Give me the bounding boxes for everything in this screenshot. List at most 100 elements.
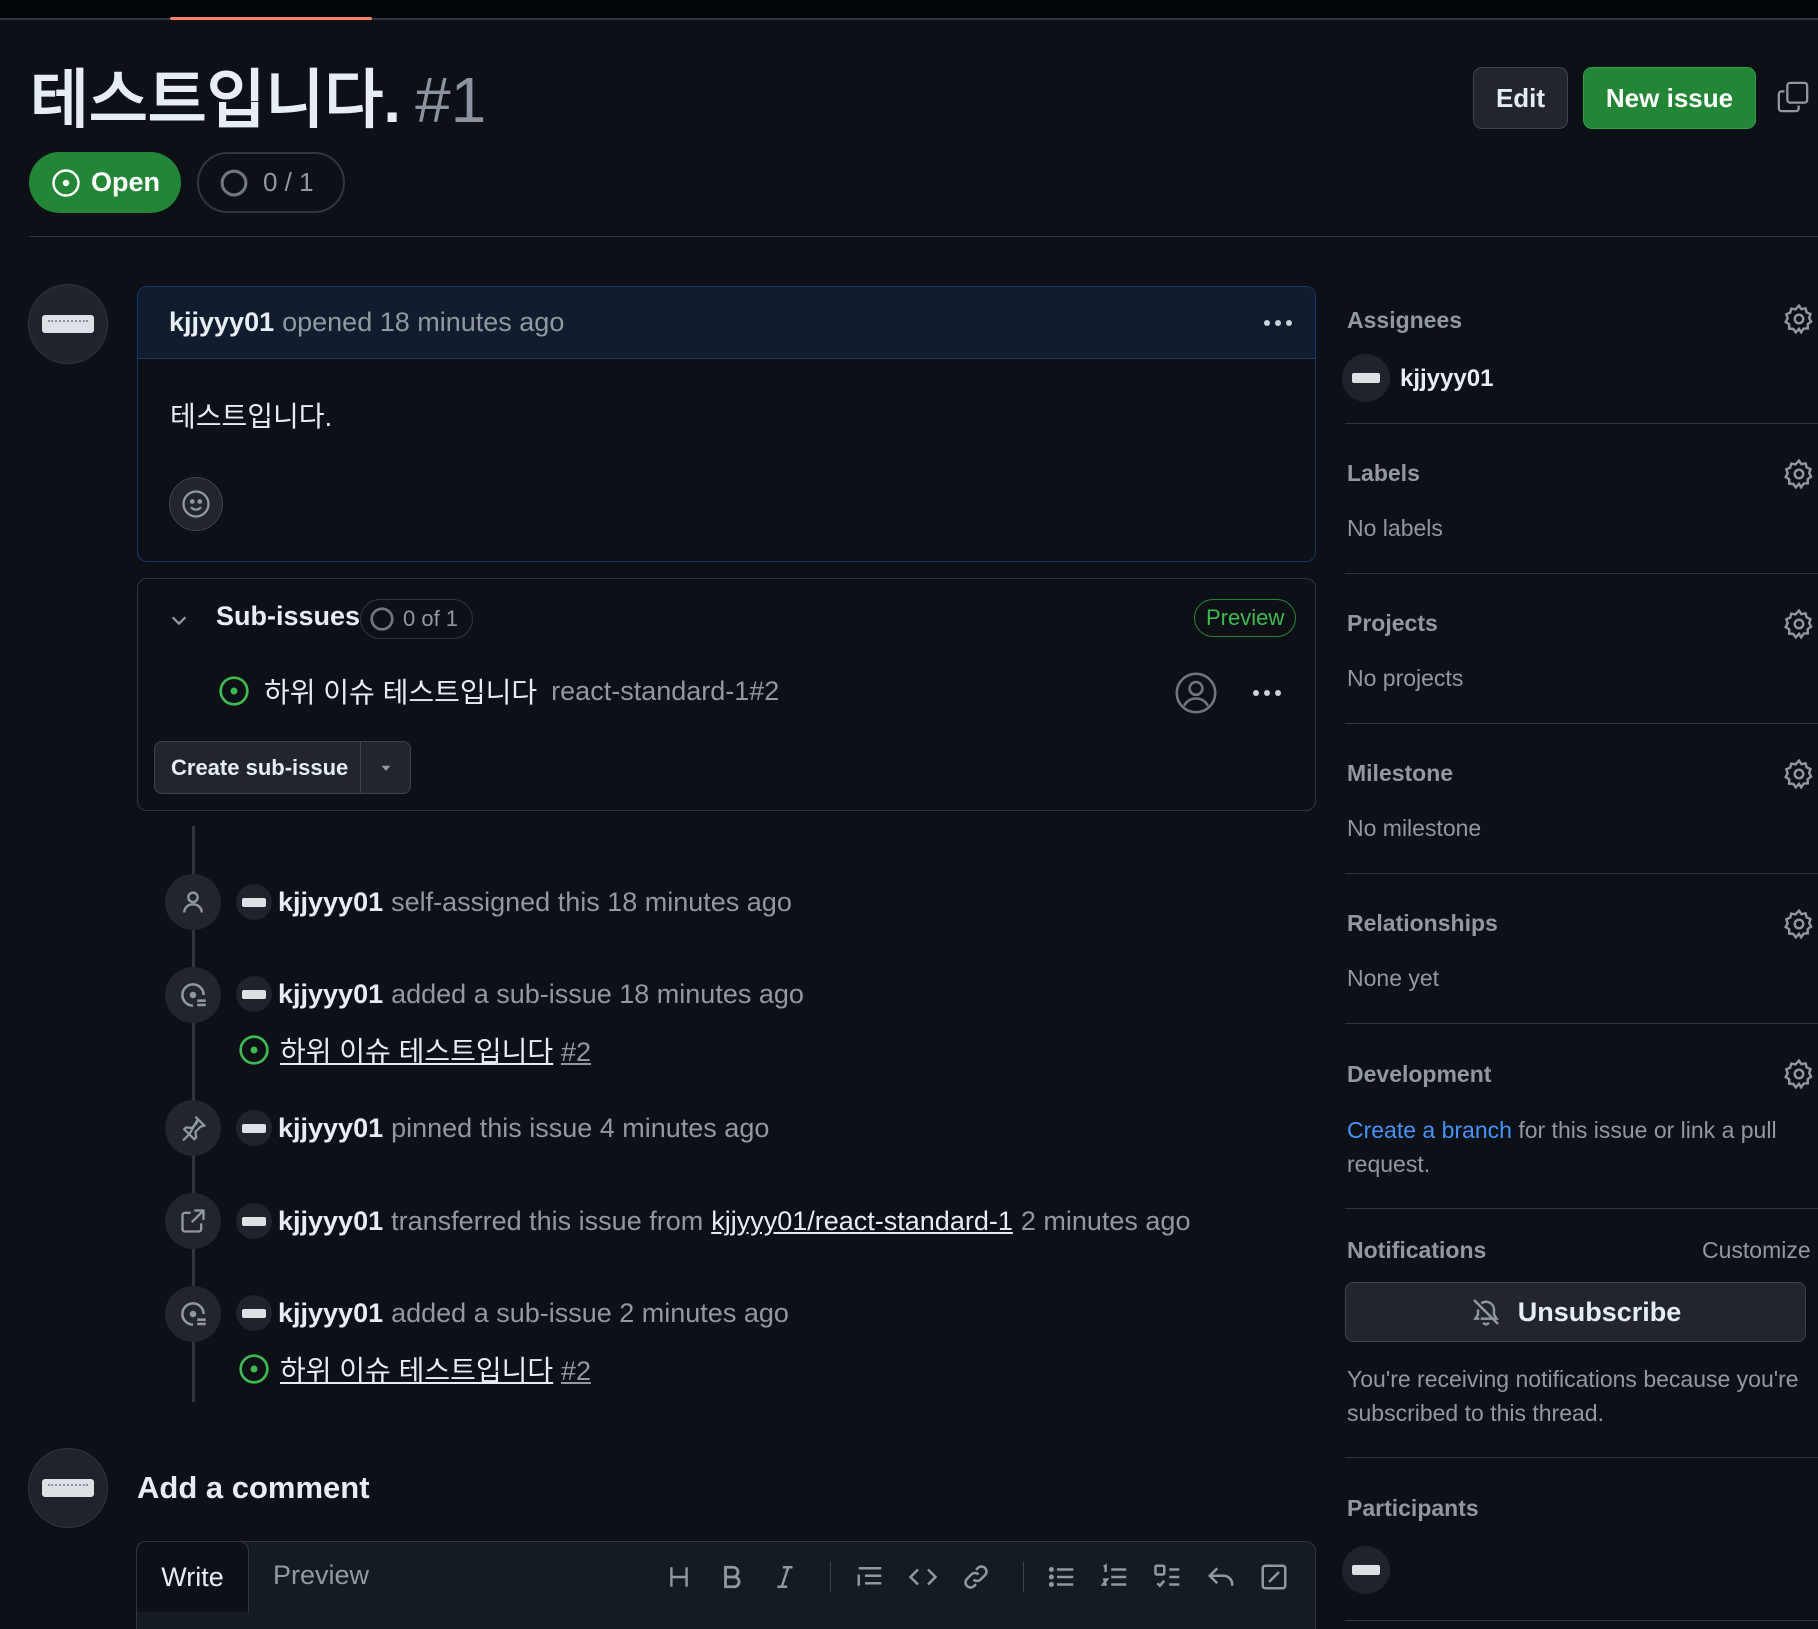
preview-badge: Preview	[1194, 599, 1297, 637]
comment-author-link[interactable]: kjjyyy01	[169, 307, 274, 338]
sub-issues-panel: Sub-issues 0 of 1 Preview 하위 이슈 테스트입니다 r…	[137, 578, 1316, 811]
gear-icon[interactable]	[1783, 908, 1815, 940]
gear-icon[interactable]	[1783, 608, 1815, 640]
create-sub-issue-label: Create sub-issue	[171, 754, 349, 780]
author-avatar[interactable]	[28, 284, 108, 364]
ordered-list-icon[interactable]	[1097, 1559, 1133, 1595]
add-reaction-button[interactable]	[169, 477, 223, 531]
sub-issue-title[interactable]: 하위 이슈 테스트입니다	[264, 671, 537, 711]
milestone-value: No milestone	[1347, 815, 1482, 841]
current-user-avatar[interactable]	[28, 1448, 108, 1528]
development-description-cont: request.	[1347, 1151, 1431, 1177]
progress-circle-icon	[370, 607, 394, 631]
user-avatar[interactable]	[236, 1295, 272, 1331]
sub-issue-options-icon[interactable]	[1253, 690, 1281, 696]
bold-icon[interactable]	[714, 1559, 750, 1595]
event-user-link[interactable]: kjjyyy01	[278, 1206, 383, 1237]
heading-icon[interactable]	[661, 1559, 697, 1595]
issue-state-badge: Open	[29, 152, 181, 213]
event-user-link[interactable]: kjjyyy01	[278, 1298, 383, 1329]
issue-body-comment: kjjyyy01 opened 18 minutes ago 테스트입니다.	[137, 286, 1316, 562]
user-avatar[interactable]	[236, 884, 272, 920]
edit-button[interactable]: Edit	[1473, 67, 1568, 129]
gear-icon[interactable]	[1783, 1058, 1815, 1090]
progress-text: 0 / 1	[263, 167, 314, 197]
new-issue-button[interactable]: New issue	[1583, 67, 1756, 129]
issue-title: 테스트입니다. #1	[30, 60, 486, 140]
timeline-event: kjjyyy01 pinned this issue 4 minutes ago	[236, 1110, 769, 1146]
comment-timestamp[interactable]: opened 18 minutes ago	[282, 307, 564, 338]
event-user-link[interactable]: kjjyyy01	[278, 887, 383, 918]
fullscreen-icon[interactable]	[1256, 1559, 1292, 1595]
event-user-link[interactable]: kjjyyy01	[278, 1113, 383, 1144]
sub-issue-row[interactable]: 하위 이슈 테스트입니다 react-standard-1#2	[218, 671, 779, 711]
tab-preview[interactable]: Preview	[273, 1560, 369, 1591]
active-tab-underline	[170, 17, 372, 20]
event-timestamp[interactable]: 2 minutes ago	[1021, 1206, 1191, 1237]
source-repo-link[interactable]: kjjyyy01/react-standard-1	[711, 1206, 1013, 1237]
comment-header: kjjyyy01 opened 18 minutes ago	[138, 287, 1315, 359]
code-icon[interactable]	[905, 1559, 941, 1595]
unsubscribe-label: Unsubscribe	[1517, 1296, 1682, 1327]
chevron-down-icon[interactable]	[168, 609, 190, 631]
timeline-event: kjjyyy01 added a sub-issue 18 minutes ag…	[236, 976, 804, 1012]
development-text: Create a branch for this issue or link a…	[1347, 1113, 1807, 1181]
sub-issue-link[interactable]: 하위 이슈 테스트입니다	[280, 1355, 553, 1386]
reply-icon[interactable]	[1203, 1559, 1239, 1595]
sidebar-divider	[1345, 1457, 1818, 1458]
add-comment-title: Add a comment	[137, 1470, 370, 1505]
event-user-link[interactable]: kjjyyy01	[278, 979, 383, 1010]
comment-options-icon[interactable]	[1264, 320, 1292, 326]
relationships-value: None yet	[1347, 965, 1440, 991]
sidebar-divider	[1345, 573, 1818, 574]
sidebar-divider	[1345, 423, 1818, 424]
copy-icon[interactable]	[1776, 80, 1810, 114]
linked-sub-issue[interactable]: 하위 이슈 테스트입니다 #2	[238, 1030, 591, 1070]
gear-icon[interactable]	[1783, 303, 1815, 335]
sidebar-divider	[1345, 1023, 1818, 1024]
person-icon	[165, 874, 221, 930]
issue-number: #1	[415, 64, 487, 136]
labels-value: No labels	[1347, 515, 1443, 541]
create-sub-issue-button[interactable]: Create sub-issue	[154, 741, 411, 794]
customize-link[interactable]: Customize	[1702, 1237, 1811, 1264]
task-list-icon[interactable]	[1150, 1559, 1186, 1595]
participants-heading: Participants	[1347, 1495, 1479, 1521]
milestone-heading: Milestone	[1347, 760, 1454, 786]
italic-icon[interactable]	[767, 1559, 803, 1595]
user-avatar[interactable]	[236, 1203, 272, 1239]
notification-info-line2: subscribed to this thread.	[1347, 1400, 1604, 1426]
notification-info: You're receiving notifications because y…	[1347, 1362, 1799, 1430]
gear-icon[interactable]	[1783, 758, 1815, 790]
gear-icon[interactable]	[1783, 458, 1815, 490]
issue-open-icon	[239, 1035, 269, 1065]
assignees-heading: Assignees	[1347, 307, 1463, 333]
progress-circle-icon	[220, 169, 248, 196]
sub-issue-number[interactable]: #2	[561, 1356, 591, 1386]
user-avatar[interactable]	[236, 1110, 272, 1146]
labels-heading: Labels	[1347, 460, 1420, 486]
transfer-icon	[165, 1193, 221, 1249]
assignee-placeholder-icon[interactable]	[1174, 671, 1218, 715]
sub-issue-progress-badge[interactable]: 0 / 1	[197, 152, 345, 213]
smiley-icon	[182, 490, 210, 518]
create-branch-link[interactable]: Create a branch	[1347, 1117, 1512, 1143]
caret-down-icon[interactable]	[361, 759, 410, 777]
sidebar-divider	[1345, 1620, 1818, 1621]
assignee-name[interactable]: kjjyyy01	[1400, 365, 1493, 393]
sub-issue-number[interactable]: #2	[561, 1037, 591, 1067]
linked-sub-issue[interactable]: 하위 이슈 테스트입니다 #2	[238, 1349, 591, 1389]
unordered-list-icon[interactable]	[1044, 1559, 1080, 1595]
sub-issue-link[interactable]: 하위 이슈 테스트입니다	[280, 1036, 553, 1067]
quote-icon[interactable]	[852, 1559, 888, 1595]
sidebar-divider	[1345, 1208, 1818, 1209]
event-description: added a sub-issue 2 minutes ago	[391, 1297, 789, 1328]
link-icon[interactable]	[958, 1559, 994, 1595]
unsubscribe-button[interactable]: Unsubscribe	[1345, 1282, 1806, 1342]
tab-write[interactable]: Write	[136, 1541, 249, 1612]
sub-issues-title: Sub-issues	[216, 601, 361, 631]
user-avatar[interactable]	[236, 976, 272, 1012]
assignee-avatar[interactable]	[1342, 354, 1390, 402]
issue-title-text: 테스트입니다.	[30, 64, 402, 136]
participant-avatar[interactable]	[1342, 1546, 1390, 1594]
